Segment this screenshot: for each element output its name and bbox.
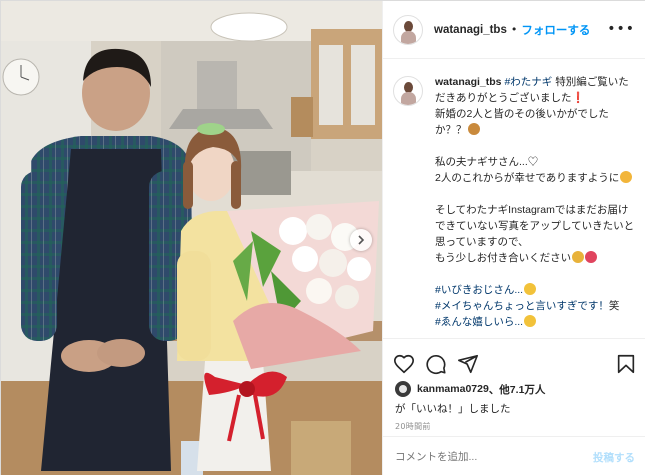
emoji-icon: [524, 283, 537, 295]
caption-line: [435, 186, 635, 202]
caption-text-span: 新婚の2人と皆のその後いかがでしたか？？: [435, 108, 609, 136]
actions-section: kanmama0729、他7.1万人 が「いいね！」しました 20時間前 投稿す…: [383, 338, 645, 475]
likes-suffix: が「いいね！」しました: [395, 403, 511, 415]
liker-username[interactable]: kanmama0729: [417, 383, 489, 395]
next-photo-button[interactable]: [350, 229, 372, 251]
bookmark-icon[interactable]: [615, 353, 637, 375]
emoji-icon: [524, 315, 537, 327]
caption-text: watanagi_tbs #わたナギ 特別編ご覧いただきありがとうございました❗…: [435, 74, 635, 330]
caption-line: #ゑんな嬉しいら...: [435, 314, 635, 330]
instagram-post: watanagi_tbs • フォローする ••• watanagi_tbs #…: [0, 0, 645, 475]
comment-form: 投稿する: [383, 436, 645, 475]
caption-line: 2人のこれからが幸せでありますように: [435, 170, 635, 186]
caption-text-span: 私の夫ナギサさん...♡: [435, 156, 539, 168]
action-icons: [393, 353, 637, 377]
emoji-icon: [467, 123, 480, 135]
hashtag-link[interactable]: #メイちゃんちょっと言いすぎです！: [435, 300, 609, 312]
heart-icon[interactable]: [393, 353, 415, 375]
header-separator: •: [510, 23, 518, 36]
post-photo[interactable]: [1, 1, 382, 475]
emoji-icon: [585, 251, 598, 263]
likes-summary: kanmama0729 、他7.1万人: [395, 381, 545, 397]
caption-line: 新婚の2人と皆のその後いかがでしたか？？: [435, 106, 635, 138]
emoji-icon: [620, 171, 633, 183]
caption-section: watanagi_tbs #わたナギ 特別編ご覧いただきありがとうございました❗…: [383, 60, 645, 338]
caption-line: [435, 266, 635, 282]
caption-line: #いびきおじさん...: [435, 282, 635, 298]
post-comment-button[interactable]: 投稿する: [593, 450, 635, 465]
profile-avatar[interactable]: [393, 14, 423, 45]
caption-username[interactable]: watanagi_tbs: [435, 76, 504, 88]
caption-line: 私の夫ナギサさん...♡: [435, 154, 635, 170]
hashtag-link[interactable]: #いびきおじさん...: [435, 284, 523, 296]
caption-line: もう少しお付き合いください: [435, 250, 635, 266]
caption-line: #メイちゃんちょっと言いすぎです！笑: [435, 298, 635, 314]
caption-line: watanagi_tbs #わたナギ 特別編ご覧いただきありがとうございました❗: [435, 74, 635, 106]
caption-text-span: そしてわたナギInstagramではまだお届けできていない写真をアップしていきた…: [435, 204, 635, 248]
caption-text-span: もう少しお付き合いください: [435, 252, 572, 264]
likes-count[interactable]: 、他7.1万人: [489, 382, 546, 397]
share-icon[interactable]: [457, 353, 479, 375]
caption-line: そしてわたナギInstagramではまだお届けできていない写真をアップしていきた…: [435, 202, 635, 250]
comment-icon[interactable]: [425, 353, 447, 375]
hashtag-link[interactable]: #ゑんな嬉しいら...: [435, 316, 523, 328]
emoji-icon: [572, 251, 585, 263]
comment-input[interactable]: [395, 451, 593, 463]
post-header: watanagi_tbs • フォローする •••: [383, 1, 645, 59]
post-timestamp[interactable]: 20時間前: [395, 421, 431, 432]
caption-line: [435, 138, 635, 154]
follow-button[interactable]: フォローする: [521, 22, 590, 38]
caption-text-span: 笑: [608, 300, 620, 312]
liker-avatar[interactable]: [395, 381, 411, 397]
more-options-icon[interactable]: •••: [607, 21, 635, 37]
hashtag-link[interactable]: #わたナギ: [504, 76, 552, 88]
post-sidebar: watanagi_tbs • フォローする ••• watanagi_tbs #…: [382, 1, 645, 475]
caption-text-span: 2人のこれからが幸せでありますように: [435, 172, 620, 184]
photo-illustration: [1, 1, 382, 475]
chevron-right-icon: [358, 235, 365, 245]
header-username[interactable]: watanagi_tbs: [434, 24, 507, 36]
caption-avatar[interactable]: [393, 76, 423, 106]
